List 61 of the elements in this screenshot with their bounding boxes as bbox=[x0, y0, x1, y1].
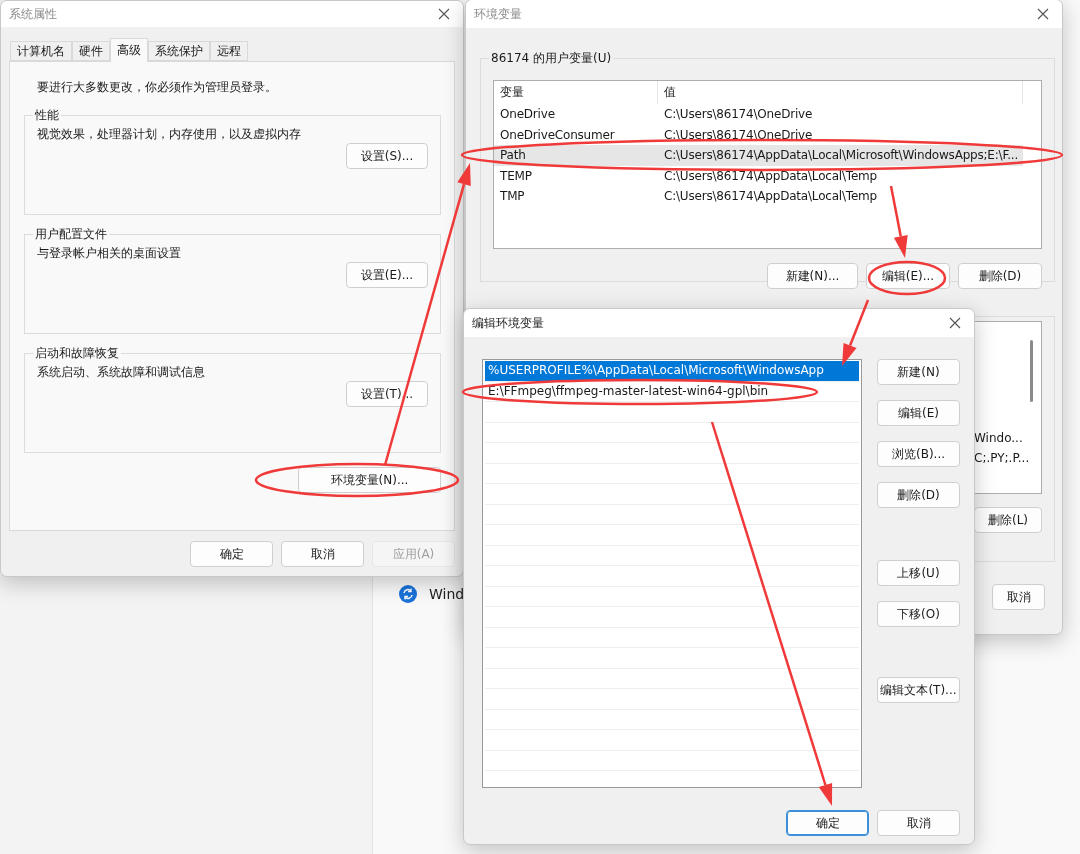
annotation-arrow bbox=[842, 299, 870, 366]
variable-value: C:\Users\86174\AppData\Local\Temp bbox=[663, 189, 878, 204]
side-button[interactable]: 浏览(B)... bbox=[877, 441, 960, 467]
group-title: 性能 bbox=[34, 107, 60, 124]
settings-button[interactable]: 设置(S)... bbox=[346, 143, 428, 169]
side-button[interactable]: 上移(U) bbox=[877, 560, 960, 586]
close-icon bbox=[949, 317, 961, 329]
column-header[interactable]: 值 bbox=[658, 81, 1023, 104]
variable-row[interactable]: OneDrive C:\Users\86174\OneDrive bbox=[494, 104, 1023, 125]
column-header[interactable]: 变量 bbox=[494, 81, 658, 104]
tab[interactable]: 计算机名 bbox=[10, 41, 72, 61]
sync-icon bbox=[399, 585, 417, 603]
list-button[interactable]: 删除(D) bbox=[958, 263, 1042, 289]
close-icon bbox=[1037, 8, 1049, 20]
setting-label[interactable]: Wind bbox=[429, 586, 465, 602]
dialog-button[interactable]: 取消 bbox=[992, 584, 1045, 610]
list-button[interactable]: 删除(L) bbox=[974, 507, 1042, 533]
settings-button[interactable]: 设置(E)... bbox=[346, 262, 428, 288]
variable-name: TMP bbox=[499, 189, 526, 204]
dialog-button[interactable]: 确定 bbox=[190, 541, 273, 567]
variable-name: OneDriveConsumer bbox=[499, 127, 616, 142]
variable-row[interactable]: Path C:\Users\86174\AppData\Local\Microsoft\WindowsApps;E:\F... bbox=[494, 145, 1023, 166]
group-description: 与登录帐户相关的桌面设置 bbox=[37, 245, 182, 262]
dialog-button[interactable]: 取消 bbox=[877, 810, 960, 836]
tab[interactable]: 高级 bbox=[110, 38, 148, 62]
variable-value: C:\Users\86174\AppData\Local\Microsoft\WindowsApps;E:\F... bbox=[663, 148, 1020, 163]
environment-variables-button[interactable]: 环境变量(N)... bbox=[298, 467, 441, 493]
path-entry[interactable]: %USERPROFILE%\AppData\Local\Microsoft\WindowsApp bbox=[485, 361, 859, 382]
variable-name: TEMP bbox=[499, 168, 533, 183]
variable-name: Path bbox=[499, 148, 527, 163]
group-description: 视觉效果，处理器计划，内存使用，以及虚拟内存 bbox=[37, 126, 302, 143]
close-icon bbox=[438, 8, 450, 20]
tab[interactable]: 硬件 bbox=[72, 41, 110, 61]
dialog-button[interactable]: 取消 bbox=[281, 541, 364, 567]
group-title: 启动和故障恢复 bbox=[34, 345, 120, 362]
window-title: 系统属性 bbox=[9, 5, 57, 23]
side-button[interactable]: 删除(D) bbox=[877, 482, 960, 508]
group-title: 86174 的用户变量(U) bbox=[490, 50, 613, 67]
variable-value: C:\Users\86174\OneDrive bbox=[663, 127, 814, 142]
admin-note: 要进行大多数更改，你必须作为管理员登录。 bbox=[37, 79, 278, 96]
tab[interactable]: 系统保护 bbox=[148, 41, 210, 61]
tab[interactable]: 远程 bbox=[210, 41, 248, 61]
variable-row[interactable]: OneDriveConsumer C:\Users\86174\OneDrive bbox=[494, 124, 1023, 145]
window-title: 编辑环境变量 bbox=[472, 314, 544, 332]
group-title: 用户配置文件 bbox=[34, 226, 108, 243]
scrollbar[interactable] bbox=[1030, 340, 1033, 402]
list-button[interactable]: 新建(N)... bbox=[767, 263, 858, 289]
group-description: 系统启动、系统故障和调试信息 bbox=[37, 364, 206, 381]
side-button[interactable]: 编辑(E) bbox=[877, 400, 960, 426]
variable-value: Windo... bbox=[974, 430, 1024, 447]
variable-value: C:\Users\86174\AppData\Local\Temp bbox=[663, 168, 878, 183]
variable-value: C:\Users\86174\OneDrive bbox=[663, 107, 814, 122]
variable-row[interactable]: TEMP C:\Users\86174\AppData\Local\Temp bbox=[494, 165, 1023, 186]
variable-name: OneDrive bbox=[499, 107, 556, 122]
variable-value: C;.PY;.P... bbox=[974, 450, 1031, 467]
side-button[interactable]: 编辑文本(T)... bbox=[877, 677, 960, 703]
variable-row[interactable]: TMP C:\Users\86174\AppData\Local\Temp bbox=[494, 186, 1023, 207]
dialog-button[interactable]: 确定 bbox=[786, 810, 869, 836]
window-title: 环境变量 bbox=[474, 5, 522, 23]
side-button[interactable]: 新建(N) bbox=[877, 359, 960, 385]
side-button[interactable]: 下移(O) bbox=[877, 601, 960, 627]
